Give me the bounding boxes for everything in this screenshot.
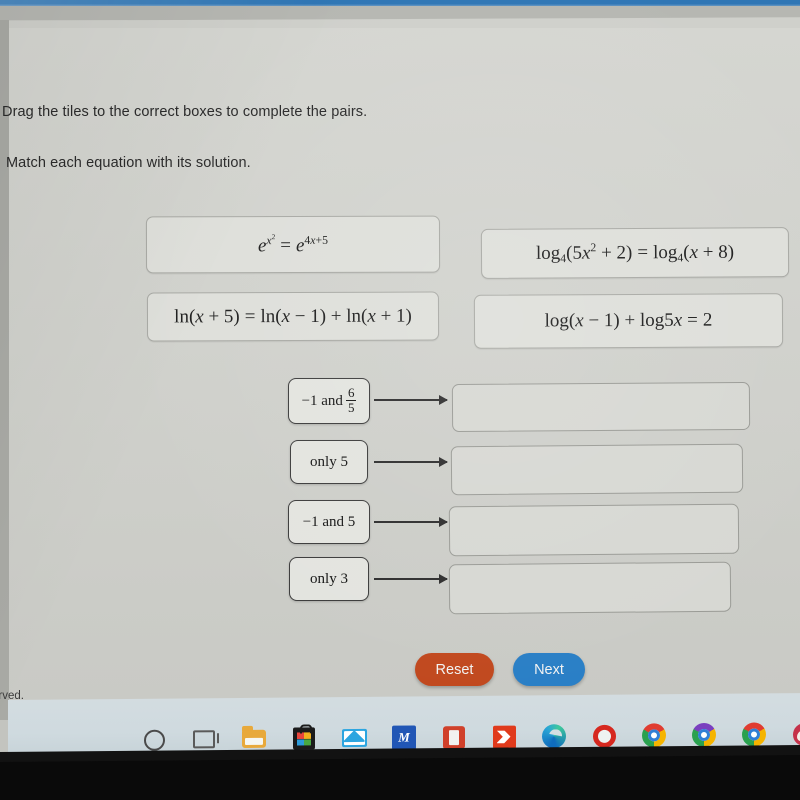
answer-tile-1[interactable]: −1 and 6 5 [288,378,370,424]
monitor-bottom-bezel [0,752,800,800]
equation-tile-3[interactable]: ln(x + 5) = ln(x − 1) + ln(x + 1) [146,291,440,342]
answer-tile-3[interactable]: −1 and 5 [288,500,370,544]
arrow-right-icon-3 [374,517,448,527]
equation-3-math: ln(x + 5) = ln(x − 1) + ln(x + 1) [174,305,412,327]
user-avatar-icon[interactable] [790,720,800,748]
reset-button[interactable]: Reset [415,653,494,686]
equation-2-math: log4(5x2 + 2) = log4(x + 8) [535,240,735,265]
equation-tile-1[interactable]: ex2 = e4x+5 [145,215,441,274]
next-button[interactable]: Next [513,653,585,686]
monitor-left-edge [0,20,9,720]
drop-box-3[interactable] [448,503,740,557]
equation-4-math: log(x − 1) + log5x = 2 [544,309,713,332]
drop-box-1[interactable] [451,381,751,433]
instruction-line-2: Match each equation with its solution. [6,155,251,171]
answer-tile-4-label: only 3 [310,570,348,587]
fraction-numerator: 6 [347,385,355,401]
fraction-denominator: 5 [345,399,357,415]
arrow-right-icon-1 [374,395,448,405]
photographed-screen: Drag the tiles to the correct boxes to c… [0,0,800,800]
equation-1-math: ex2 = e4x+5 [257,231,329,257]
answer-tile-1-prefix: −1 and [301,392,343,409]
answer-tile-2-label: only 5 [310,453,348,470]
answer-tile-3-label: −1 and 5 [302,513,356,530]
arrow-right-icon-4 [374,574,448,584]
answer-tile-2[interactable]: only 5 [290,440,368,484]
equation-tile-4[interactable]: log(x − 1) + log5x = 2 [473,293,784,349]
arrow-right-icon-2 [374,457,448,467]
drop-box-4[interactable] [448,561,732,615]
answer-tile-4[interactable]: only 3 [289,557,369,601]
instruction-line-1: Drag the tiles to the correct boxes to c… [2,104,368,120]
drop-box-2[interactable] [450,443,744,496]
fraction-six-fifths: 6 5 [345,385,357,415]
equation-tile-2[interactable]: log4(5x2 + 2) = log4(x + 8) [480,227,790,279]
